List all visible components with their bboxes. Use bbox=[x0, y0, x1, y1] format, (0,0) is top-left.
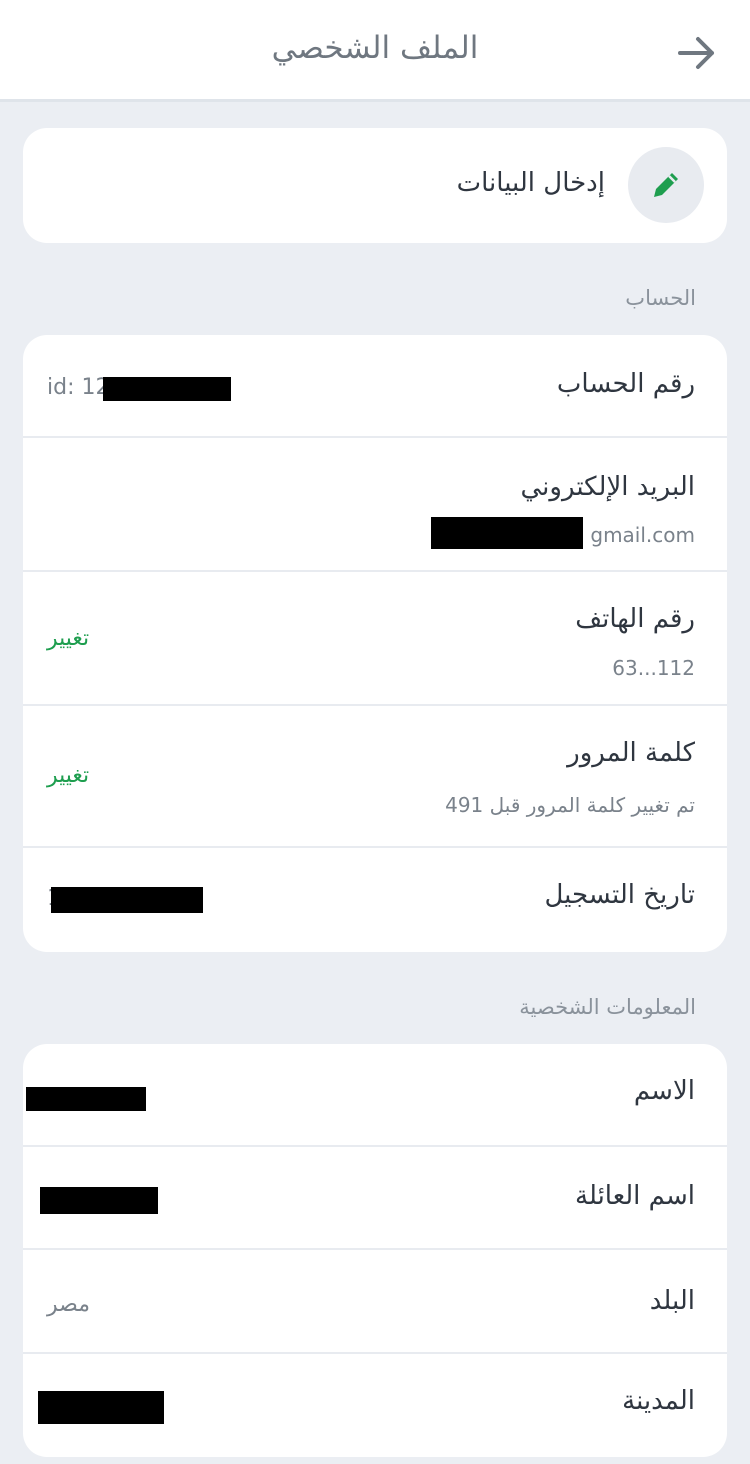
edit-data-label: إدخال البيانات bbox=[456, 168, 605, 198]
change-phone-link[interactable]: تغيير bbox=[47, 626, 89, 651]
country-label: البلد bbox=[649, 1286, 695, 1316]
city-label: المدينة bbox=[622, 1386, 695, 1416]
back-button[interactable] bbox=[674, 30, 720, 76]
row-phone: رقم الهاتف 63...112 تغيير bbox=[23, 572, 727, 706]
row-email: البريد الإلكتروني gmail.com bbox=[23, 438, 727, 572]
row-first-name: الاسم bbox=[23, 1044, 727, 1147]
section-title-account: الحساب bbox=[625, 286, 696, 310]
edit-icon-circle[interactable] bbox=[628, 147, 704, 223]
row-country: البلد مصر bbox=[23, 1250, 727, 1354]
edit-data-card[interactable]: إدخال البيانات bbox=[23, 128, 727, 243]
row-city: المدينة bbox=[23, 1354, 727, 1457]
section-title-personal-info: المعلومات الشخصية bbox=[519, 995, 696, 1019]
redaction-box bbox=[51, 887, 203, 913]
password-changed-note: تم تغيير كلمة المرور قبل 491 bbox=[445, 793, 695, 817]
account-card: رقم الحساب id: 12 البريد الإلكتروني gmai… bbox=[23, 335, 727, 952]
redaction-box bbox=[103, 377, 231, 401]
redaction-box bbox=[26, 1087, 146, 1111]
account-number-value: id: 12 bbox=[47, 375, 110, 400]
account-number-label: رقم الحساب bbox=[556, 369, 695, 399]
email-value: gmail.com bbox=[590, 523, 695, 547]
redaction-box bbox=[431, 517, 583, 549]
top-bar: الملف الشخصي bbox=[0, 0, 750, 102]
phone-label: رقم الهاتف bbox=[575, 604, 695, 634]
personal-info-card: الاسم اسم العائلة البلد مصر المدينة bbox=[23, 1044, 727, 1457]
row-account-number: رقم الحساب id: 12 bbox=[23, 335, 727, 438]
redaction-box bbox=[38, 1391, 164, 1424]
first-name-label: الاسم bbox=[633, 1076, 695, 1106]
row-password: كلمة المرور تم تغيير كلمة المرور قبل 491… bbox=[23, 706, 727, 848]
country-value: مصر bbox=[47, 1292, 91, 1317]
row-registration-date: تاريخ التسجيل 1 bbox=[23, 848, 727, 952]
change-password-link[interactable]: تغيير bbox=[47, 763, 89, 788]
page-title: الملف الشخصي bbox=[271, 30, 479, 66]
row-last-name: اسم العائلة bbox=[23, 1147, 727, 1250]
email-label: البريد الإلكتروني bbox=[520, 472, 695, 502]
registration-date-label: تاريخ التسجيل bbox=[544, 880, 695, 910]
pencil-icon bbox=[654, 173, 678, 197]
redaction-box bbox=[40, 1187, 158, 1214]
arrow-right-icon bbox=[678, 37, 714, 69]
last-name-label: اسم العائلة bbox=[575, 1181, 695, 1211]
password-label: كلمة المرور bbox=[567, 738, 695, 768]
phone-value: 63...112 bbox=[612, 656, 695, 680]
